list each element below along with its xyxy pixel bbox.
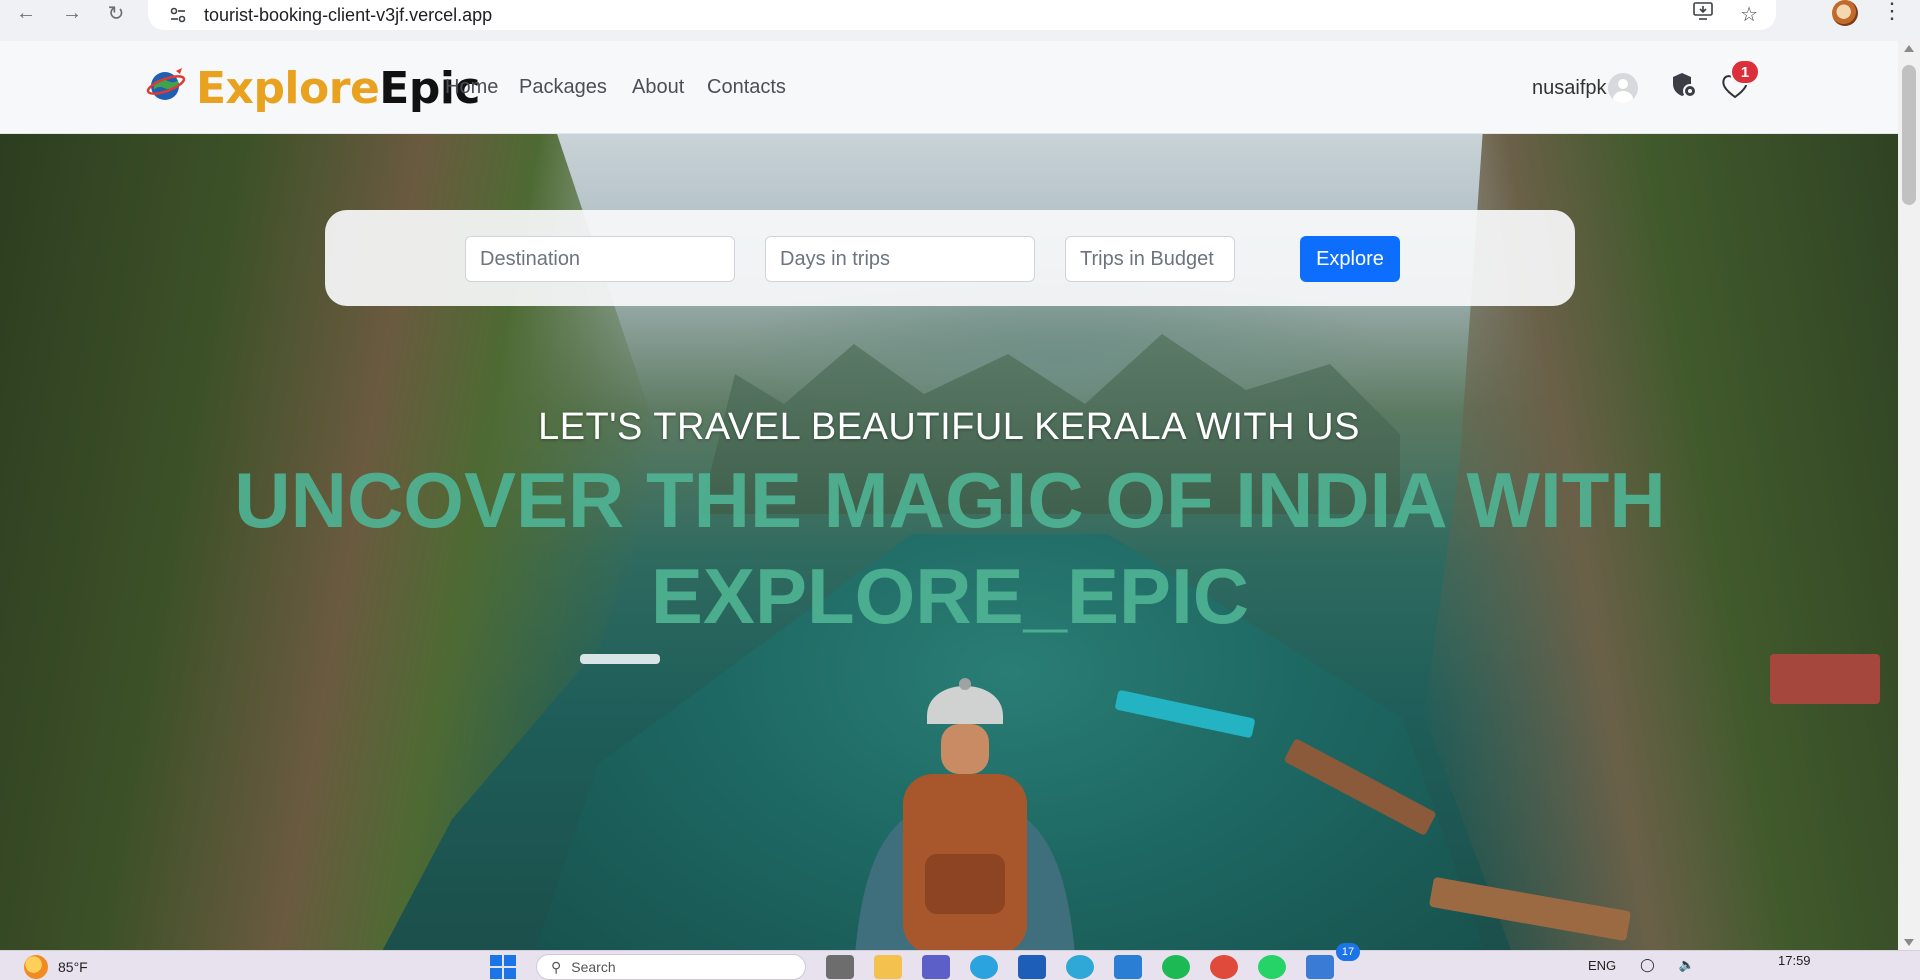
task-view-icon[interactable]: [826, 955, 854, 979]
weather-sun-icon: [24, 955, 48, 979]
windows-start-icon[interactable]: [490, 955, 516, 979]
chrome-icon[interactable]: [1210, 955, 1238, 979]
boat: [1770, 654, 1880, 704]
teams-icon[interactable]: [922, 955, 950, 979]
address-bar[interactable]: tourist-booking-client-v3jf.vercel.app ☆: [148, 0, 1776, 30]
wifi-icon[interactable]: ◯: [1640, 957, 1655, 973]
nav-contacts[interactable]: Contacts: [707, 76, 786, 99]
search-icon: ⚲: [551, 958, 562, 975]
taskbar-search-placeholder: Search: [571, 959, 616, 975]
traveler-figure: [855, 678, 1075, 950]
site-header: ExploreEpic Home Packages About Contacts…: [0, 41, 1898, 134]
reload-icon[interactable]: ↻: [100, 0, 132, 26]
bookmark-star-icon[interactable]: ☆: [1740, 2, 1758, 27]
spotify-icon[interactable]: [1162, 955, 1190, 979]
hero-section: Explore LET'S TRAVEL BEAUTIFUL KERALA WI…: [0, 134, 1898, 950]
taskbar-search[interactable]: ⚲ Search: [536, 954, 806, 980]
weather-temperature: 85°F: [58, 959, 88, 975]
weather-widget[interactable]: 85°F: [24, 955, 88, 979]
whatsapp-notification-badge: 17: [1336, 943, 1360, 961]
install-app-icon[interactable]: [1692, 1, 1714, 27]
logo-part-explore: Explore: [196, 63, 380, 114]
admin-shield-icon[interactable]: [1670, 71, 1698, 99]
nav-home[interactable]: Home: [445, 76, 498, 99]
taskbar-apps: ⚲ Search: [490, 954, 1334, 980]
system-tray: ENG ◯ 🔈: [1588, 957, 1695, 973]
search-panel: Explore: [325, 210, 1575, 306]
file-explorer-icon[interactable]: [874, 955, 902, 979]
username[interactable]: nusaifpk: [1532, 77, 1607, 100]
hero-title: UNCOVER THE MAGIC OF INDIA WITH EXPLORE_…: [234, 456, 1666, 640]
profile-icon[interactable]: [1832, 0, 1858, 26]
globe-logo-icon[interactable]: [146, 65, 186, 105]
page-scrollbar[interactable]: [1898, 41, 1920, 950]
nav-about[interactable]: About: [632, 76, 684, 99]
menu-icon[interactable]: ⋮: [1880, 0, 1904, 26]
hero-subtitle: LET'S TRAVEL BEAUTIFUL KERALA WITH US: [538, 406, 1360, 448]
days-input[interactable]: [765, 236, 1035, 282]
windows-taskbar: 85°F ⚲ Search 17 ENG ◯ 🔈 17:59: [0, 943, 1920, 980]
wishlist-count-badge: 1: [1730, 59, 1760, 85]
destination-input[interactable]: [465, 236, 735, 282]
vscode-icon[interactable]: [1114, 955, 1142, 979]
edge-icon[interactable]: [1066, 955, 1094, 979]
avatar[interactable]: [1608, 73, 1638, 103]
clock[interactable]: 17:59: [1778, 953, 1811, 968]
url-text[interactable]: tourist-booking-client-v3jf.vercel.app: [204, 5, 492, 26]
telegram-icon[interactable]: [970, 955, 998, 979]
forward-icon[interactable]: →: [56, 0, 88, 26]
boat: [580, 654, 660, 664]
browser-toolbar: ← → ↻ tourist-booking-client-v3jf.vercel…: [0, 0, 1920, 41]
scroll-thumb[interactable]: [1902, 65, 1916, 205]
photos-icon[interactable]: [1306, 955, 1334, 979]
scroll-down-arrow-icon[interactable]: [1904, 939, 1914, 946]
back-icon[interactable]: ←: [10, 0, 42, 26]
language-indicator[interactable]: ENG: [1588, 958, 1616, 973]
scroll-up-arrow-icon[interactable]: [1904, 45, 1914, 52]
whatsapp-icon[interactable]: [1258, 955, 1286, 979]
site-logo[interactable]: ExploreEpic: [196, 63, 481, 114]
budget-input[interactable]: [1065, 236, 1235, 282]
nav-packages[interactable]: Packages: [519, 76, 607, 99]
volume-icon[interactable]: 🔈: [1679, 957, 1695, 973]
site-info-icon[interactable]: [168, 5, 188, 25]
explore-button[interactable]: Explore: [1300, 236, 1400, 282]
store-icon[interactable]: [1018, 955, 1046, 979]
